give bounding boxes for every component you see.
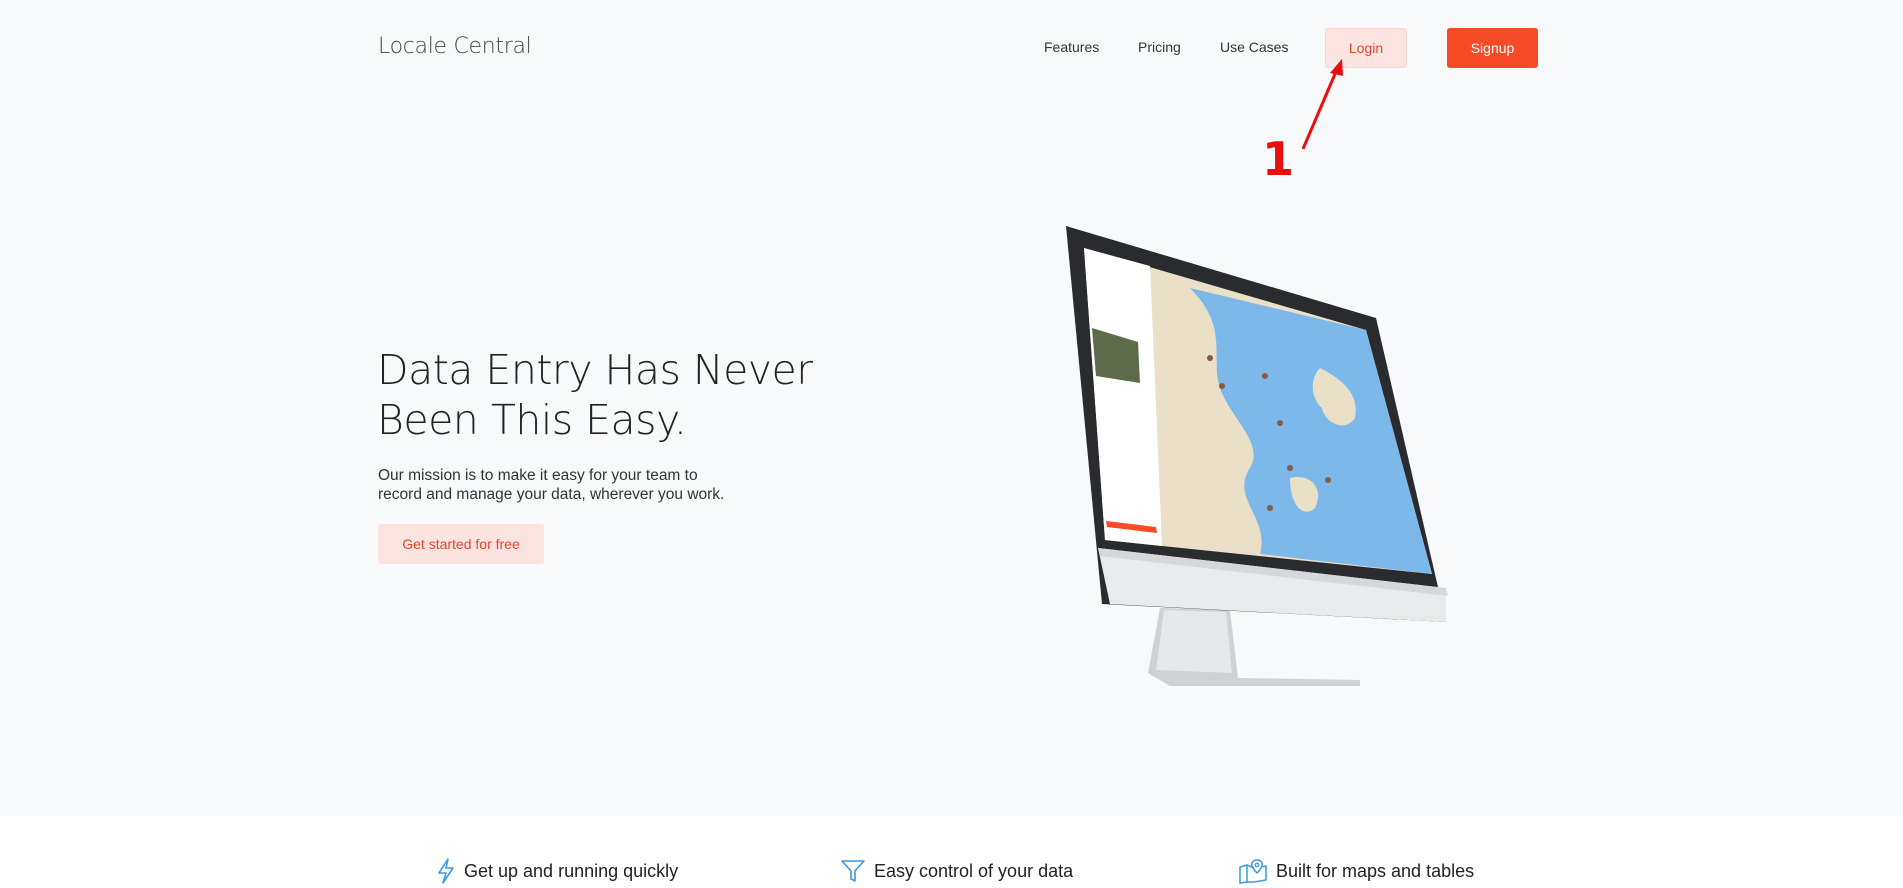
hero-subtitle: Our mission is to make it easy for your … <box>378 466 738 504</box>
site-header: Locale Central Features Pricing Use Case… <box>0 0 1903 96</box>
feature-label: Easy control of your data <box>874 860 1074 881</box>
feature-quick-start: Get up and running quickly <box>436 858 678 884</box>
annotation-arrow <box>1301 59 1343 150</box>
lightning-icon <box>438 858 454 884</box>
annotation-number: 1 <box>1262 132 1295 186</box>
hero-title-line-2: Been This Easy. <box>377 396 687 444</box>
hero-title-line-1: Data Entry Has Never <box>377 346 813 394</box>
nav-use-cases-link[interactable]: Use Cases <box>1220 39 1288 55</box>
nav-pricing-link[interactable]: Pricing <box>1138 39 1181 55</box>
map-pin-icon <box>1239 859 1267 884</box>
feature-data-control: Easy control of your data <box>840 858 1073 884</box>
brand-logo[interactable]: Locale Central <box>378 34 532 59</box>
feature-label: Built for maps and tables <box>1276 860 1475 881</box>
hero-title: Data Entry Has Never Been This Easy. <box>377 345 837 445</box>
hero-subtitle-line-2: record and manage your data, wherever yo… <box>378 486 725 503</box>
feature-maps-tables: Built for maps and tables <box>1238 858 1474 884</box>
monitor-illustration <box>1066 226 1448 686</box>
signup-button[interactable]: Signup <box>1447 28 1538 68</box>
get-started-button[interactable]: Get started for free <box>378 524 544 564</box>
nav-features-link[interactable]: Features <box>1044 39 1099 55</box>
filter-icon <box>841 860 865 882</box>
feature-label: Get up and running quickly <box>464 860 679 881</box>
hero-subtitle-line-1: Our mission is to make it easy for your … <box>378 467 698 484</box>
